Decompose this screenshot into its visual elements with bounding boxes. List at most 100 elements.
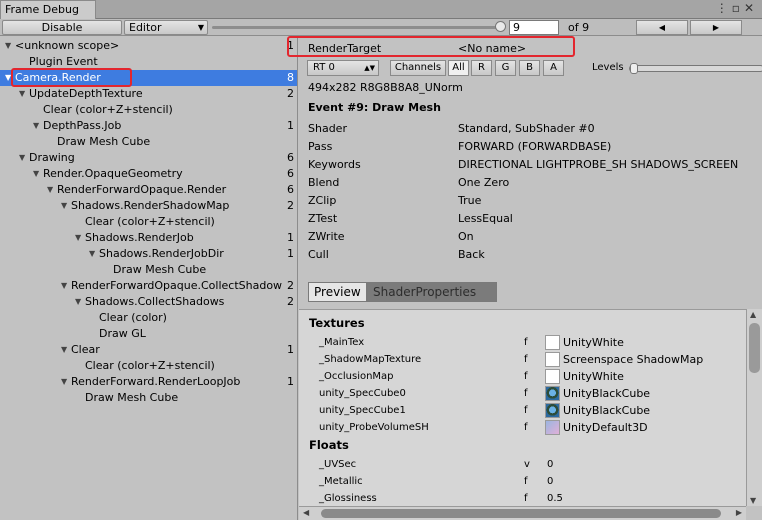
property-value: 0.5 — [547, 493, 563, 504]
tree-row[interactable]: ▼ Drawing 6 — [0, 150, 297, 166]
expand-triangle-icon[interactable]: ▼ — [47, 182, 53, 198]
property-value: 0 — [547, 459, 554, 470]
texture-name: Screenspace ShadowMap — [563, 353, 704, 366]
texture-thumbnail-icon[interactable] — [545, 352, 560, 367]
texture-name: UnityWhite — [563, 336, 624, 349]
tree-row-count: 6 — [287, 151, 294, 164]
tree-row[interactable]: ▼ DepthPass.Job 1 — [0, 118, 297, 134]
disable-button[interactable]: Disable — [2, 20, 122, 35]
tree-row[interactable]: ▼ RenderForwardOpaque.Render 6 — [0, 182, 297, 198]
menu-icon[interactable]: ⋮ — [716, 1, 732, 15]
horizontal-scrollbar[interactable]: ◀ ▶ — [299, 506, 746, 520]
detail-value: LessEqual — [458, 212, 513, 225]
horizontal-scroll-thumb[interactable] — [321, 509, 721, 518]
detail-key: ZClip — [308, 194, 337, 207]
channel-g-button[interactable]: G — [495, 60, 516, 76]
expand-triangle-icon[interactable]: ▼ — [75, 294, 81, 310]
tree-row[interactable]: Draw Mesh Cube — [0, 390, 297, 406]
tree-row-label: Draw GL — [99, 327, 146, 340]
channel-a-button[interactable]: A — [543, 60, 564, 76]
texture-thumbnail-icon[interactable] — [545, 369, 560, 384]
tree-row[interactable]: Clear (color) — [0, 310, 297, 326]
window-controls[interactable]: ⋮▫✕ — [716, 1, 758, 15]
stepper-icon: ▲▼ — [364, 64, 375, 72]
tree-row[interactable]: ▼ Shadows.RenderShadowMap 2 — [0, 198, 297, 214]
tree-row-count: 6 — [287, 167, 294, 180]
tree-row[interactable]: Draw Mesh Cube — [0, 134, 297, 150]
tree-row[interactable]: Draw Mesh Cube — [0, 262, 297, 278]
expand-triangle-icon[interactable]: ▼ — [89, 246, 95, 262]
frame-number-input[interactable]: 9 — [509, 20, 559, 35]
detail-value: Standard, SubShader #0 — [458, 122, 595, 135]
render-target-dropdown[interactable]: RT 0 ▲▼ — [307, 60, 379, 76]
tree-row[interactable]: ▼ UpdateDepthTexture 2 — [0, 86, 297, 102]
channel-b-button[interactable]: B — [519, 60, 540, 76]
scroll-down-icon[interactable]: ▼ — [750, 496, 756, 505]
tree-row-label: <unknown scope> — [15, 39, 120, 52]
tree-row[interactable]: ▼ Clear 1 — [0, 342, 297, 358]
texture-thumbnail-icon[interactable] — [545, 420, 560, 435]
tree-row[interactable]: ▼ Shadows.CollectShadows 2 — [0, 294, 297, 310]
tree-row[interactable]: ▼ <unknown scope> 1 — [0, 38, 297, 54]
property-name: unity_SpecCube0 — [319, 388, 406, 399]
property-flag: f — [524, 422, 528, 433]
tree-row[interactable]: ▼ RenderForwardOpaque.CollectShadow 2 — [0, 278, 297, 294]
texture-thumbnail-icon[interactable] — [545, 335, 560, 350]
expand-triangle-icon[interactable]: ▼ — [33, 166, 39, 182]
property-flag: f — [524, 388, 528, 399]
previous-frame-button[interactable]: ◀ — [636, 20, 688, 35]
expand-triangle-icon[interactable]: ▼ — [61, 374, 67, 390]
tree-row[interactable]: Clear (color+Z+stencil) — [0, 214, 297, 230]
tree-row[interactable]: ▼ RenderForward.RenderLoopJob 1 — [0, 374, 297, 390]
property-name: _Glossiness — [319, 493, 377, 504]
tree-row[interactable]: ▼ Shadows.RenderJobDir 1 — [0, 246, 297, 262]
tab-shader-properties[interactable]: ShaderProperties — [367, 282, 497, 302]
channel-all-button[interactable]: All — [448, 60, 469, 76]
frame-slider-track[interactable] — [212, 26, 500, 29]
maximize-icon[interactable]: ▫ — [732, 1, 744, 15]
channel-r-button[interactable]: R — [471, 60, 492, 76]
levels-slider[interactable] — [629, 63, 762, 74]
scroll-up-icon[interactable]: ▲ — [750, 310, 756, 319]
float-property-row: _Glossiness f 0.5 — [319, 490, 739, 506]
vertical-scrollbar[interactable]: ▲ ▼ — [746, 309, 762, 506]
expand-triangle-icon[interactable]: ▼ — [19, 86, 25, 102]
tree-row[interactable]: Draw GL — [0, 326, 297, 342]
tree-row[interactable]: ▼ Shadows.RenderJob 1 — [0, 230, 297, 246]
expand-triangle-icon[interactable]: ▼ — [33, 118, 39, 134]
vertical-scroll-thumb[interactable] — [749, 323, 760, 373]
scroll-right-icon[interactable]: ▶ — [736, 508, 742, 517]
tree-row-label: Clear (color+Z+stencil) — [43, 103, 173, 116]
expand-triangle-icon[interactable]: ▼ — [61, 278, 67, 294]
levels-slider-knob[interactable] — [630, 63, 638, 74]
expand-triangle-icon[interactable]: ▼ — [5, 38, 11, 54]
texture-thumbnail-icon[interactable] — [545, 386, 560, 401]
texture-thumbnail-icon[interactable] — [545, 403, 560, 418]
expand-triangle-icon[interactable]: ▼ — [61, 198, 67, 214]
event-title: Event #9: Draw Mesh — [308, 101, 441, 114]
tree-row-label: Shadows.RenderJobDir — [99, 247, 224, 260]
next-frame-button[interactable]: ▶ — [690, 20, 742, 35]
tree-row-label: DepthPass.Job — [43, 119, 122, 132]
tree-row[interactable]: ▼ Render.OpaqueGeometry 6 — [0, 166, 297, 182]
expand-triangle-icon[interactable]: ▼ — [75, 230, 81, 246]
editor-dropdown[interactable]: Editor ▼ — [124, 20, 208, 35]
tab-preview[interactable]: Preview — [308, 282, 367, 302]
expand-triangle-icon[interactable]: ▼ — [61, 342, 67, 358]
property-flag: f — [524, 371, 528, 382]
scroll-left-icon[interactable]: ◀ — [303, 508, 309, 517]
tree-row[interactable]: Clear (color+Z+stencil) — [0, 358, 297, 374]
texture-property-row: unity_SpecCube0 f UnityBlackCube — [319, 385, 739, 402]
expand-triangle-icon[interactable]: ▼ — [19, 150, 25, 166]
window-title-tab[interactable]: Frame Debug — [0, 0, 96, 19]
frame-slider-knob[interactable] — [495, 21, 506, 32]
close-icon[interactable]: ✕ — [744, 1, 758, 15]
property-name: unity_ProbeVolumeSH — [319, 422, 429, 433]
tree-row-label: Clear (color+Z+stencil) — [85, 359, 215, 372]
property-name: _UVSec — [319, 459, 357, 470]
tree-row-count: 8 — [287, 71, 294, 84]
float-property-row: _Metallic f 0 — [319, 473, 739, 490]
tree-row[interactable]: Clear (color+Z+stencil) — [0, 102, 297, 118]
frame-count-label: of 9 — [568, 21, 590, 34]
texture-property-row: _ShadowMapTexture f Screenspace ShadowMap — [319, 351, 739, 368]
